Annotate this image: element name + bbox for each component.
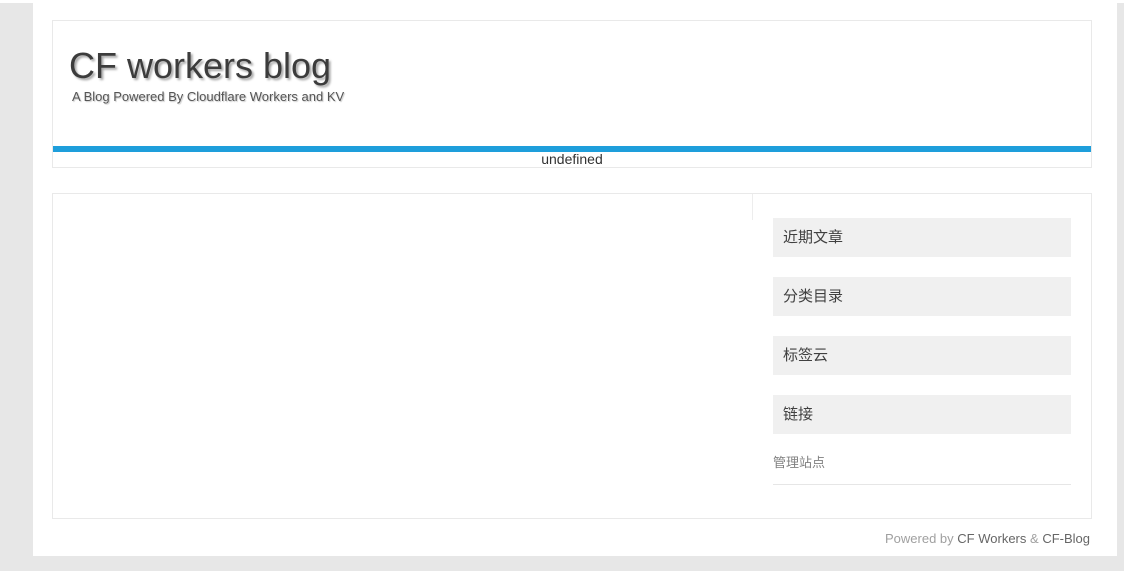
sidebar: 近期文章 分类目录 标签云 链接 管理站点 [753, 194, 1091, 485]
site-title-link[interactable]: CF workers blog [69, 48, 331, 84]
site-description: A Blog Powered By Cloudflare Workers and… [72, 89, 345, 104]
sidebar-widget-tag-cloud: 标签云 [773, 336, 1071, 375]
footer-cf-workers-link[interactable]: CF Workers [957, 531, 1026, 546]
sidebar-widget-links: 链接 [773, 395, 1071, 434]
page: CF workers blog A Blog Powered By Cloudf… [33, 0, 1117, 556]
admin-site-link[interactable]: 管理站点 [773, 455, 825, 470]
nav-bar: undefined [53, 146, 1091, 167]
sidebar-divider [773, 484, 1071, 485]
footer-cf-blog-link[interactable]: CF-Blog [1042, 531, 1090, 546]
page-container: CF workers blog A Blog Powered By Cloudf… [52, 20, 1092, 547]
content-container: 近期文章 分类目录 标签云 链接 管理站点 [52, 193, 1092, 519]
site-footer: Powered by CF Workers & CF-Blog [52, 531, 1092, 547]
sidebar-widget-categories: 分类目录 [773, 277, 1071, 316]
main-content-area [53, 194, 753, 220]
sidebar-widget-recent-posts: 近期文章 [773, 218, 1071, 257]
footer-powered-by-text: Powered by [885, 531, 954, 546]
nav-undefined-text: undefined [541, 151, 603, 167]
site-header: CF workers blog A Blog Powered By Cloudf… [52, 20, 1092, 168]
footer-ampersand: & [1030, 531, 1039, 546]
